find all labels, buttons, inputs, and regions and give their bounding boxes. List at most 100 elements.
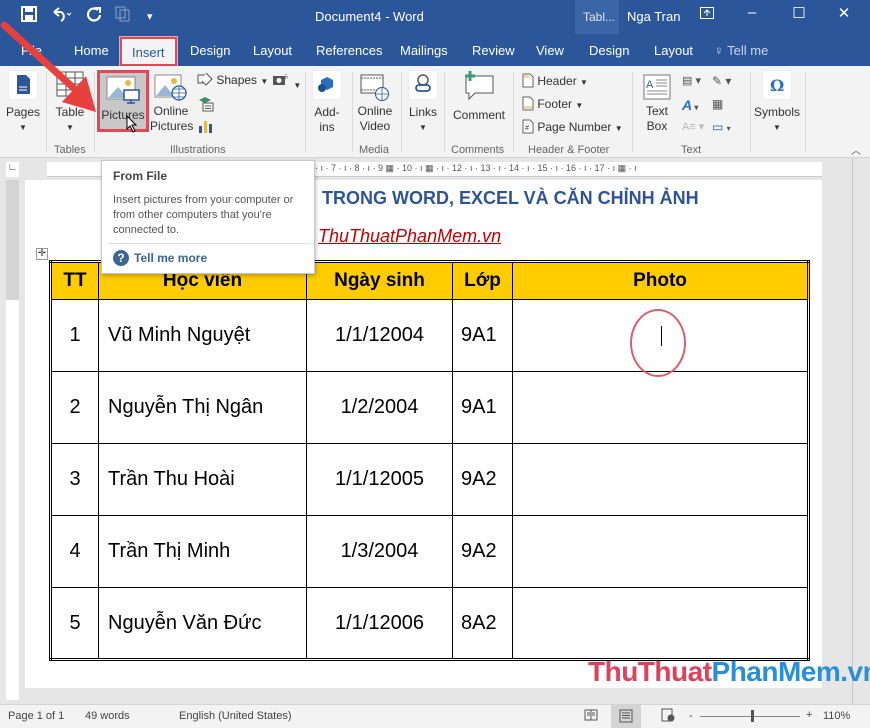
links-button[interactable]: Links ▼ (407, 70, 439, 135)
pictures-label: Pictures (101, 108, 145, 122)
zoom-in-button[interactable]: + (806, 709, 812, 721)
footer-button[interactable]: Footer ▼ (522, 96, 583, 111)
tab-table-layout[interactable]: Layout (654, 43, 693, 58)
pages-button[interactable]: Pages ▼ (5, 70, 41, 135)
tab-view[interactable]: View (536, 43, 564, 58)
table-label: Table (55, 105, 85, 119)
quick-parts-icon[interactable]: ▤ ▾ (682, 74, 701, 87)
chart-icon[interactable] (198, 118, 214, 139)
chevron-down-icon: ▼ (419, 123, 427, 132)
pictures-button[interactable]: Pictures (97, 70, 149, 133)
collapse-ribbon-icon[interactable]: ︿ (851, 142, 861, 157)
customize-qat-icon[interactable]: ▾ (147, 10, 153, 23)
chevron-down-icon: ▼ (773, 123, 781, 132)
zoom-out-button[interactable]: - (689, 710, 693, 722)
online-video-button[interactable]: Online Video (356, 74, 394, 134)
tab-table-design[interactable]: Design (589, 43, 629, 58)
screenshot-icon (272, 74, 293, 91)
vertical-scrollbar[interactable] (852, 158, 870, 704)
addins-button[interactable]: Add-ins (311, 70, 343, 135)
redo-icon[interactable] (86, 6, 102, 26)
header-button[interactable]: Header ▼ (522, 73, 588, 88)
ribbon-display-icon[interactable] (692, 6, 722, 23)
save-icon[interactable] (21, 6, 37, 26)
print-layout-icon[interactable] (611, 705, 641, 728)
tab-review[interactable]: Review (472, 43, 515, 58)
cell-birthdate[interactable]: 1/1/12006 (306, 587, 453, 660)
tab-design[interactable]: Design (190, 43, 230, 58)
cell-class[interactable]: 9A2 (452, 443, 513, 516)
comment-button[interactable]: Comment (450, 70, 508, 123)
smartart-icon[interactable] (198, 96, 214, 117)
tab-references[interactable]: References (316, 43, 382, 58)
signature-line-icon[interactable]: ✎ ▾ (712, 74, 731, 88)
page-count[interactable]: Page 1 of 1 (8, 710, 64, 722)
tab-file[interactable]: File (21, 43, 42, 58)
close-button[interactable]: ✕ (829, 4, 859, 22)
tell-me-search[interactable]: ♀ Tell me (714, 43, 768, 58)
tab-home[interactable]: Home (74, 43, 109, 58)
vertical-ruler[interactable] (6, 180, 19, 700)
cell-birthdate[interactable]: 1/1/12004 (306, 299, 453, 372)
header-label: Header (537, 74, 577, 88)
cell-photo[interactable] (512, 515, 809, 588)
object-icon[interactable]: ▭ ▾ (712, 120, 731, 134)
cell-name[interactable]: Nguyễn Thị Ngân (98, 371, 307, 444)
tab-selector-icon[interactable]: ∟ (6, 162, 19, 177)
cell-name[interactable]: Trần Thị Minh (98, 515, 307, 588)
online-pictures-button[interactable]: Online Pictures (150, 74, 193, 134)
cell-photo[interactable] (512, 443, 809, 516)
date-time-icon[interactable]: ▦ (712, 97, 723, 111)
page-number-button[interactable]: # Page Number ▼ (522, 119, 623, 134)
cell-photo[interactable] (512, 587, 809, 660)
cell-photo-active[interactable] (512, 299, 809, 377)
ribbon-tabs: File Home Insert Design Layout Reference… (0, 34, 870, 100)
web-layout-icon[interactable] (661, 708, 675, 725)
cell-class[interactable]: 9A2 (452, 515, 513, 588)
undo-icon[interactable] (50, 6, 72, 26)
help-icon: ? (113, 250, 129, 266)
cell-birthdate[interactable]: 1/1/12005 (306, 443, 453, 516)
cell-class[interactable]: 9A1 (452, 371, 513, 444)
cell-tt[interactable]: 1 (50, 299, 99, 372)
table-row: 2 Nguyễn Thị Ngân 1/2/2004 9A1 (50, 371, 809, 444)
cell-birthdate[interactable]: 1/2/2004 (306, 371, 453, 444)
cell-class[interactable]: 9A1 (452, 299, 513, 372)
cell-tt[interactable]: 3 (50, 443, 99, 516)
table-button[interactable]: Table ▼ (52, 70, 88, 135)
minimize-button[interactable]: – (737, 4, 767, 21)
cell-class[interactable]: 8A2 (452, 587, 513, 660)
zoom-slider[interactable] (700, 716, 800, 717)
maximize-button[interactable]: ☐ (784, 4, 814, 22)
word-count[interactable]: 49 words (85, 710, 130, 722)
cell-name[interactable]: Nguyễn Văn Đức (98, 587, 307, 660)
cell-tt[interactable]: 2 (50, 371, 99, 444)
site-link[interactable]: ThuThuatPhanMem.vn (318, 226, 501, 247)
tab-mailings[interactable]: Mailings (400, 43, 448, 58)
tell-me-more-link[interactable]: ? Tell me more (113, 250, 207, 266)
cell-tt[interactable]: 5 (50, 587, 99, 660)
zoom-level[interactable]: 110% (823, 710, 850, 722)
read-mode-icon[interactable] (584, 708, 598, 725)
shapes-button[interactable]: Shapes ▼ (197, 72, 268, 87)
tab-insert[interactable]: Insert (120, 37, 177, 66)
cell-tt[interactable]: 4 (50, 515, 99, 588)
zoom-slider-thumb[interactable] (751, 710, 754, 722)
screenshot-button[interactable]: ▼ (272, 72, 301, 91)
text-box-button[interactable]: A Text Box (639, 74, 675, 134)
wordart-icon[interactable]: A ▾ (682, 97, 698, 113)
user-name[interactable]: Nga Tran (627, 9, 680, 24)
table-move-handle-icon[interactable]: ✛ (36, 248, 48, 260)
cell-name[interactable]: Trần Thu Hoài (98, 443, 307, 516)
header-photo: Photo (512, 261, 809, 300)
tab-layout[interactable]: Layout (253, 43, 292, 58)
cell-photo[interactable] (512, 371, 809, 444)
language-indicator[interactable]: English (United States) (179, 710, 292, 722)
table-row: 4 Trần Thị Minh 1/3/2004 9A2 (50, 515, 809, 588)
cell-name[interactable]: Vũ Minh Nguyệt (98, 299, 307, 372)
table-row: 3 Trần Thu Hoài 1/1/12005 9A2 (50, 443, 809, 516)
cell-birthdate[interactable]: 1/3/2004 (306, 515, 453, 588)
tooltip-description: Insert pictures from your computer or fr… (113, 194, 294, 236)
symbols-button[interactable]: Ω Symbols ▼ (754, 70, 800, 135)
ruler-margin (6, 180, 19, 300)
